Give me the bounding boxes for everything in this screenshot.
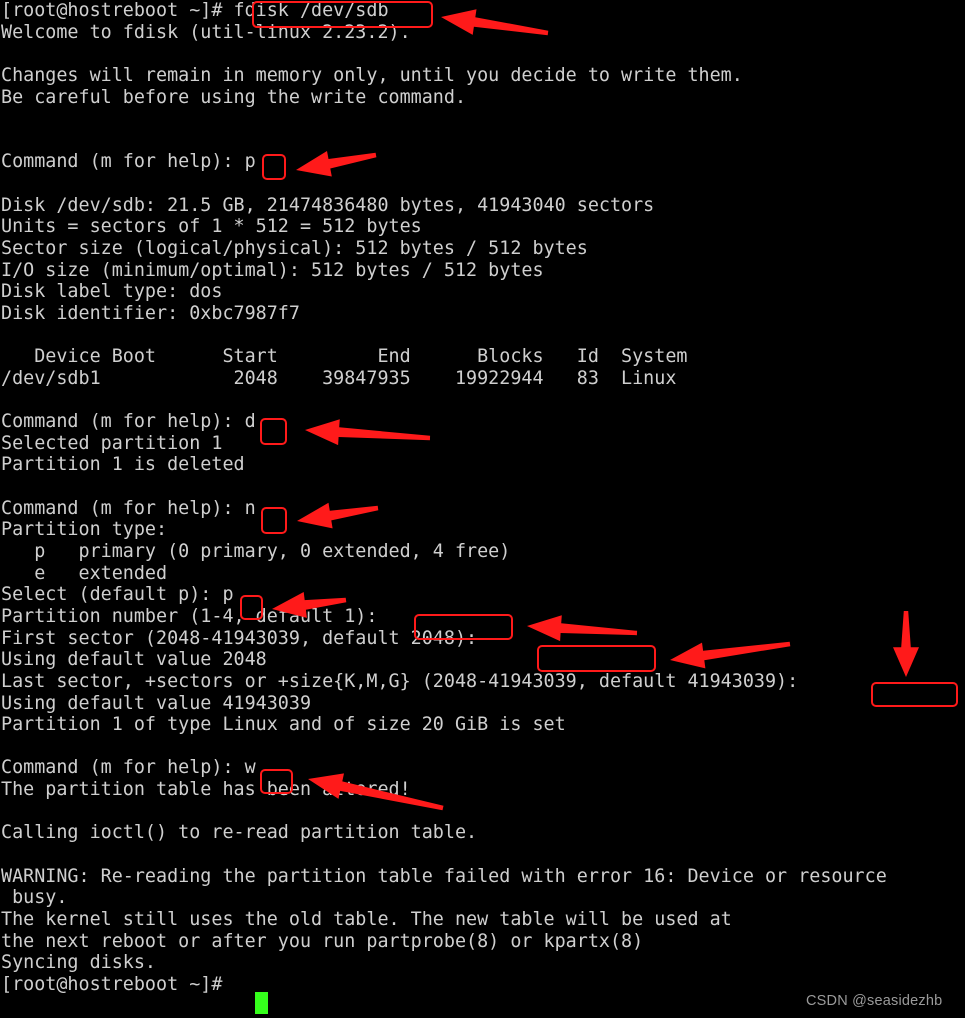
terminal-line: p primary (0 primary, 0 extended, 4 free… — [1, 541, 511, 563]
terminal-line: Command (m for help): p — [1, 151, 256, 173]
terminal-line: Sector size (logical/physical): 512 byte… — [1, 238, 588, 260]
terminal-output: [root@hostreboot ~]# fdisk /dev/sdb Welco… — [0, 0, 965, 995]
terminal-line: e extended — [1, 562, 168, 584]
terminal-line: Partition type: — [1, 519, 168, 541]
terminal-line: The partition table has been altered! — [1, 779, 411, 801]
terminal-line: Calling ioctl() to re-read partition tab… — [1, 822, 478, 844]
terminal-line: Disk /dev/sdb: 21.5 GB, 21474836480 byte… — [1, 194, 655, 216]
terminal-line: Last sector, +sectors or +size{K,M,G} (2… — [1, 670, 799, 692]
terminal-line: First sector (2048-41943039, default 204… — [1, 627, 478, 649]
terminal-line: the next reboot or after you run partpro… — [1, 930, 644, 952]
terminal-line: Disk identifier: 0xbc7987f7 — [1, 302, 300, 324]
terminal-line: Units = sectors of 1 * 512 = 512 bytes — [1, 216, 422, 238]
terminal-line: Partition 1 of type Linux and of size 20… — [1, 714, 566, 736]
terminal-line: Partition 1 is deleted — [1, 454, 245, 476]
terminal-line: /dev/sdb1 2048 39847935 19922944 83 Linu… — [1, 367, 677, 389]
terminal-line: [root@hostreboot ~]# fdisk /dev/sdb — [1, 0, 389, 21]
terminal-line: Device Boot Start End Blocks Id System — [1, 346, 688, 368]
terminal-line: Welcome to fdisk (util-linux 2.23.2). — [1, 21, 411, 43]
terminal-line: WARNING: Re-reading the partition table … — [1, 865, 887, 887]
terminal-line: Selected partition 1 — [1, 432, 223, 454]
terminal-line: Command (m for help): w — [1, 757, 256, 779]
terminal-line: Be careful before using the write comman… — [1, 86, 467, 108]
terminal-line: Disk label type: dos — [1, 281, 223, 303]
terminal-line: Select (default p): p — [1, 584, 234, 606]
terminal-line: I/O size (minimum/optimal): 512 bytes / … — [1, 259, 544, 281]
watermark: CSDN @seasidezhb — [806, 993, 943, 1009]
terminal-line: Syncing disks. — [1, 952, 157, 974]
terminal-line: Using default value 2048 — [1, 649, 267, 671]
terminal-line: Command (m for help): n — [1, 497, 256, 519]
terminal-line: Command (m for help): d — [1, 411, 256, 433]
terminal-line: Partition number (1-4, default 1): — [1, 605, 378, 627]
terminal-line: The kernel still uses the old table. The… — [1, 908, 732, 930]
terminal-line: busy. — [1, 887, 68, 909]
terminal-line: Changes will remain in memory only, unti… — [1, 64, 743, 86]
terminal-window[interactable]: [root@hostreboot ~]# fdisk /dev/sdb Welco… — [0, 0, 965, 1018]
terminal-cursor — [255, 992, 268, 1014]
terminal-line: Using default value 41943039 — [1, 692, 312, 714]
